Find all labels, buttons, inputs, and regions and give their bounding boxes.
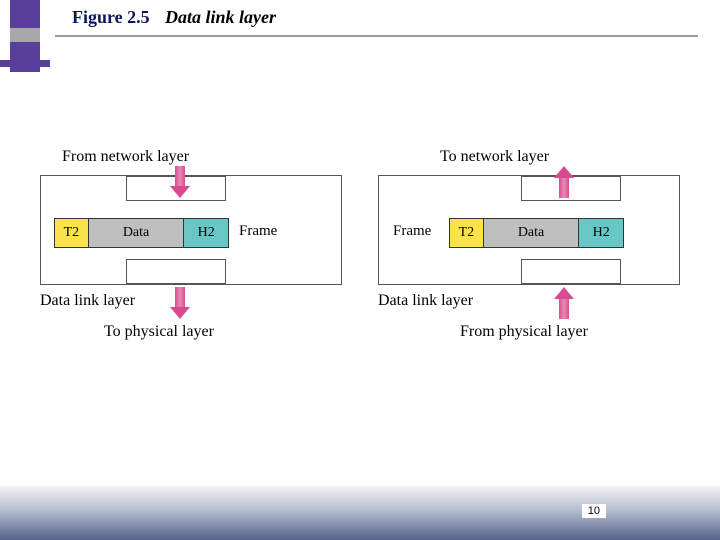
receiver-panel: T2 Data H2 Frame: [378, 175, 680, 285]
segment-data-r: Data: [484, 219, 579, 247]
label-dll-right: Data link layer: [378, 292, 473, 310]
footer-band: [0, 486, 720, 540]
segment-trailer-r: T2: [450, 219, 484, 247]
inner-bot-right: [521, 259, 621, 284]
arrow-out-sender: [170, 287, 190, 319]
frame-label-left: Frame: [239, 223, 277, 240]
header-block-mid: [10, 28, 40, 42]
sender-panel: T2 Data H2 Frame: [40, 175, 342, 285]
label-to-physical: To physical layer: [104, 323, 214, 341]
label-to-network: To network layer: [440, 148, 549, 166]
segment-data: Data: [89, 219, 184, 247]
receiver-frame-strip: T2 Data H2: [449, 218, 624, 248]
label-dll-left: Data link layer: [40, 292, 135, 310]
segment-header-r: H2: [579, 219, 623, 247]
arrow-into-sender: [170, 166, 190, 198]
segment-trailer: T2: [55, 219, 89, 247]
header-block-top: [10, 0, 40, 28]
inner-bot-left: [126, 259, 226, 284]
header-block-bot: [10, 42, 40, 72]
figure-label: Figure 2.5: [72, 7, 150, 28]
header-rule: [55, 35, 698, 37]
header-stripe: [0, 60, 50, 67]
arrow-out-receiver: [554, 166, 574, 198]
label-from-network: From network layer: [62, 148, 189, 166]
label-from-physical: From physical layer: [460, 323, 588, 341]
sender-frame-strip: T2 Data H2: [54, 218, 229, 248]
page-number: 10: [582, 504, 606, 518]
arrow-into-receiver: [554, 287, 574, 319]
segment-header: H2: [184, 219, 228, 247]
figure-title: Data link layer: [165, 7, 276, 28]
frame-label-right: Frame: [393, 223, 431, 240]
